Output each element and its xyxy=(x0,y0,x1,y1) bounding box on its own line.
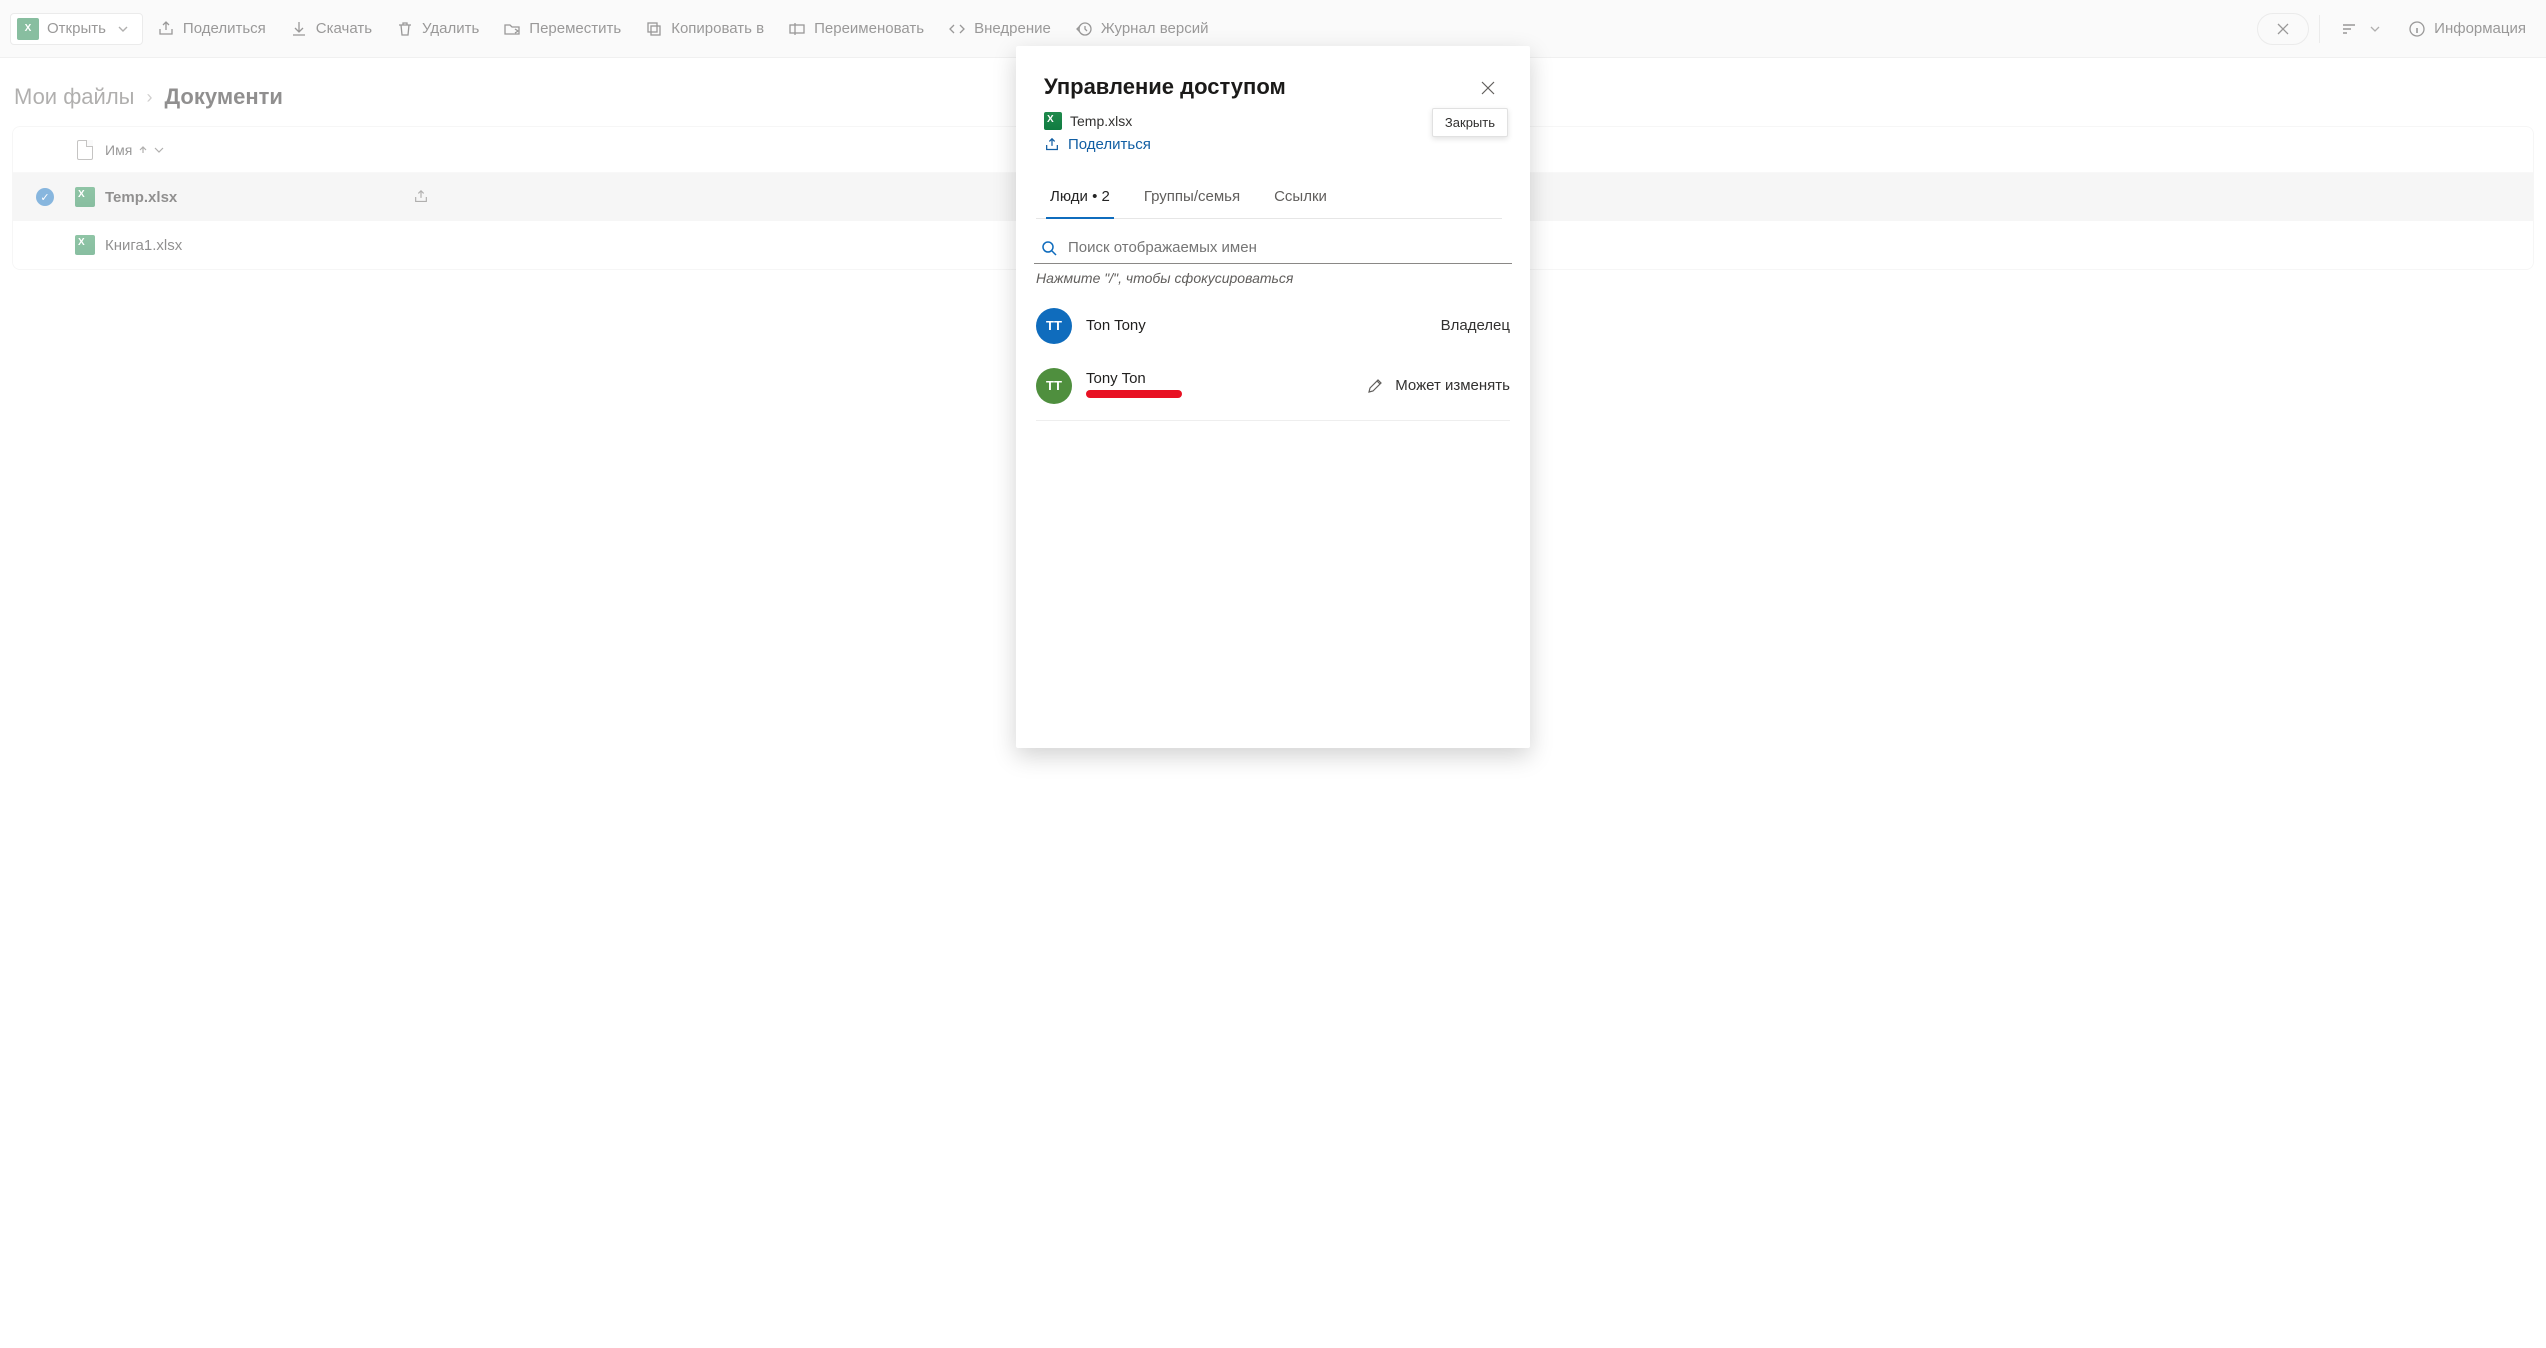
search-hint: Нажмите "/", чтобы сфокусироваться xyxy=(1016,264,1530,296)
person-role-label: Может изменять xyxy=(1395,377,1510,394)
dialog-file-name: Temp.xlsx xyxy=(1070,113,1132,129)
person-email-redacted xyxy=(1086,387,1353,401)
tab-people-label: Люди xyxy=(1050,188,1088,205)
avatar: TT xyxy=(1036,308,1072,344)
person-role-editable[interactable]: Может изменять xyxy=(1367,377,1510,394)
share-link-label: Поделиться xyxy=(1068,136,1151,153)
share-link[interactable]: Поделиться xyxy=(1044,136,1151,153)
person-role: Владелец xyxy=(1441,317,1510,334)
person-name: Ton Tony xyxy=(1086,317,1427,334)
close-button[interactable]: Закрыть xyxy=(1474,74,1502,102)
tab-people-count: 2 xyxy=(1102,188,1110,205)
dialog-tabs: Люди • 2 Группы/семья Ссылки xyxy=(1036,178,1502,219)
share-arrow-icon xyxy=(1044,137,1060,153)
tab-links[interactable]: Ссылки xyxy=(1270,178,1331,219)
search-input[interactable] xyxy=(1068,239,1506,256)
manage-access-dialog: Управление доступом Закрыть Temp.xlsx По… xyxy=(1016,46,1530,748)
avatar: TT xyxy=(1036,368,1072,404)
tab-groups[interactable]: Группы/семья xyxy=(1140,178,1244,219)
search-field[interactable] xyxy=(1034,233,1512,264)
search-icon xyxy=(1040,239,1058,257)
excel-file-icon xyxy=(1044,112,1062,130)
close-tooltip: Закрыть xyxy=(1432,108,1508,137)
tab-people[interactable]: Люди • 2 xyxy=(1046,178,1114,219)
person-name: Tony Ton xyxy=(1086,370,1353,387)
person-row[interactable]: TT Tony Ton Может изменять xyxy=(1016,356,1530,416)
divider xyxy=(1036,420,1510,421)
dialog-title: Управление доступом xyxy=(1044,74,1286,100)
pencil-icon xyxy=(1367,378,1383,394)
person-row[interactable]: TT Ton Tony Владелец xyxy=(1016,296,1530,356)
